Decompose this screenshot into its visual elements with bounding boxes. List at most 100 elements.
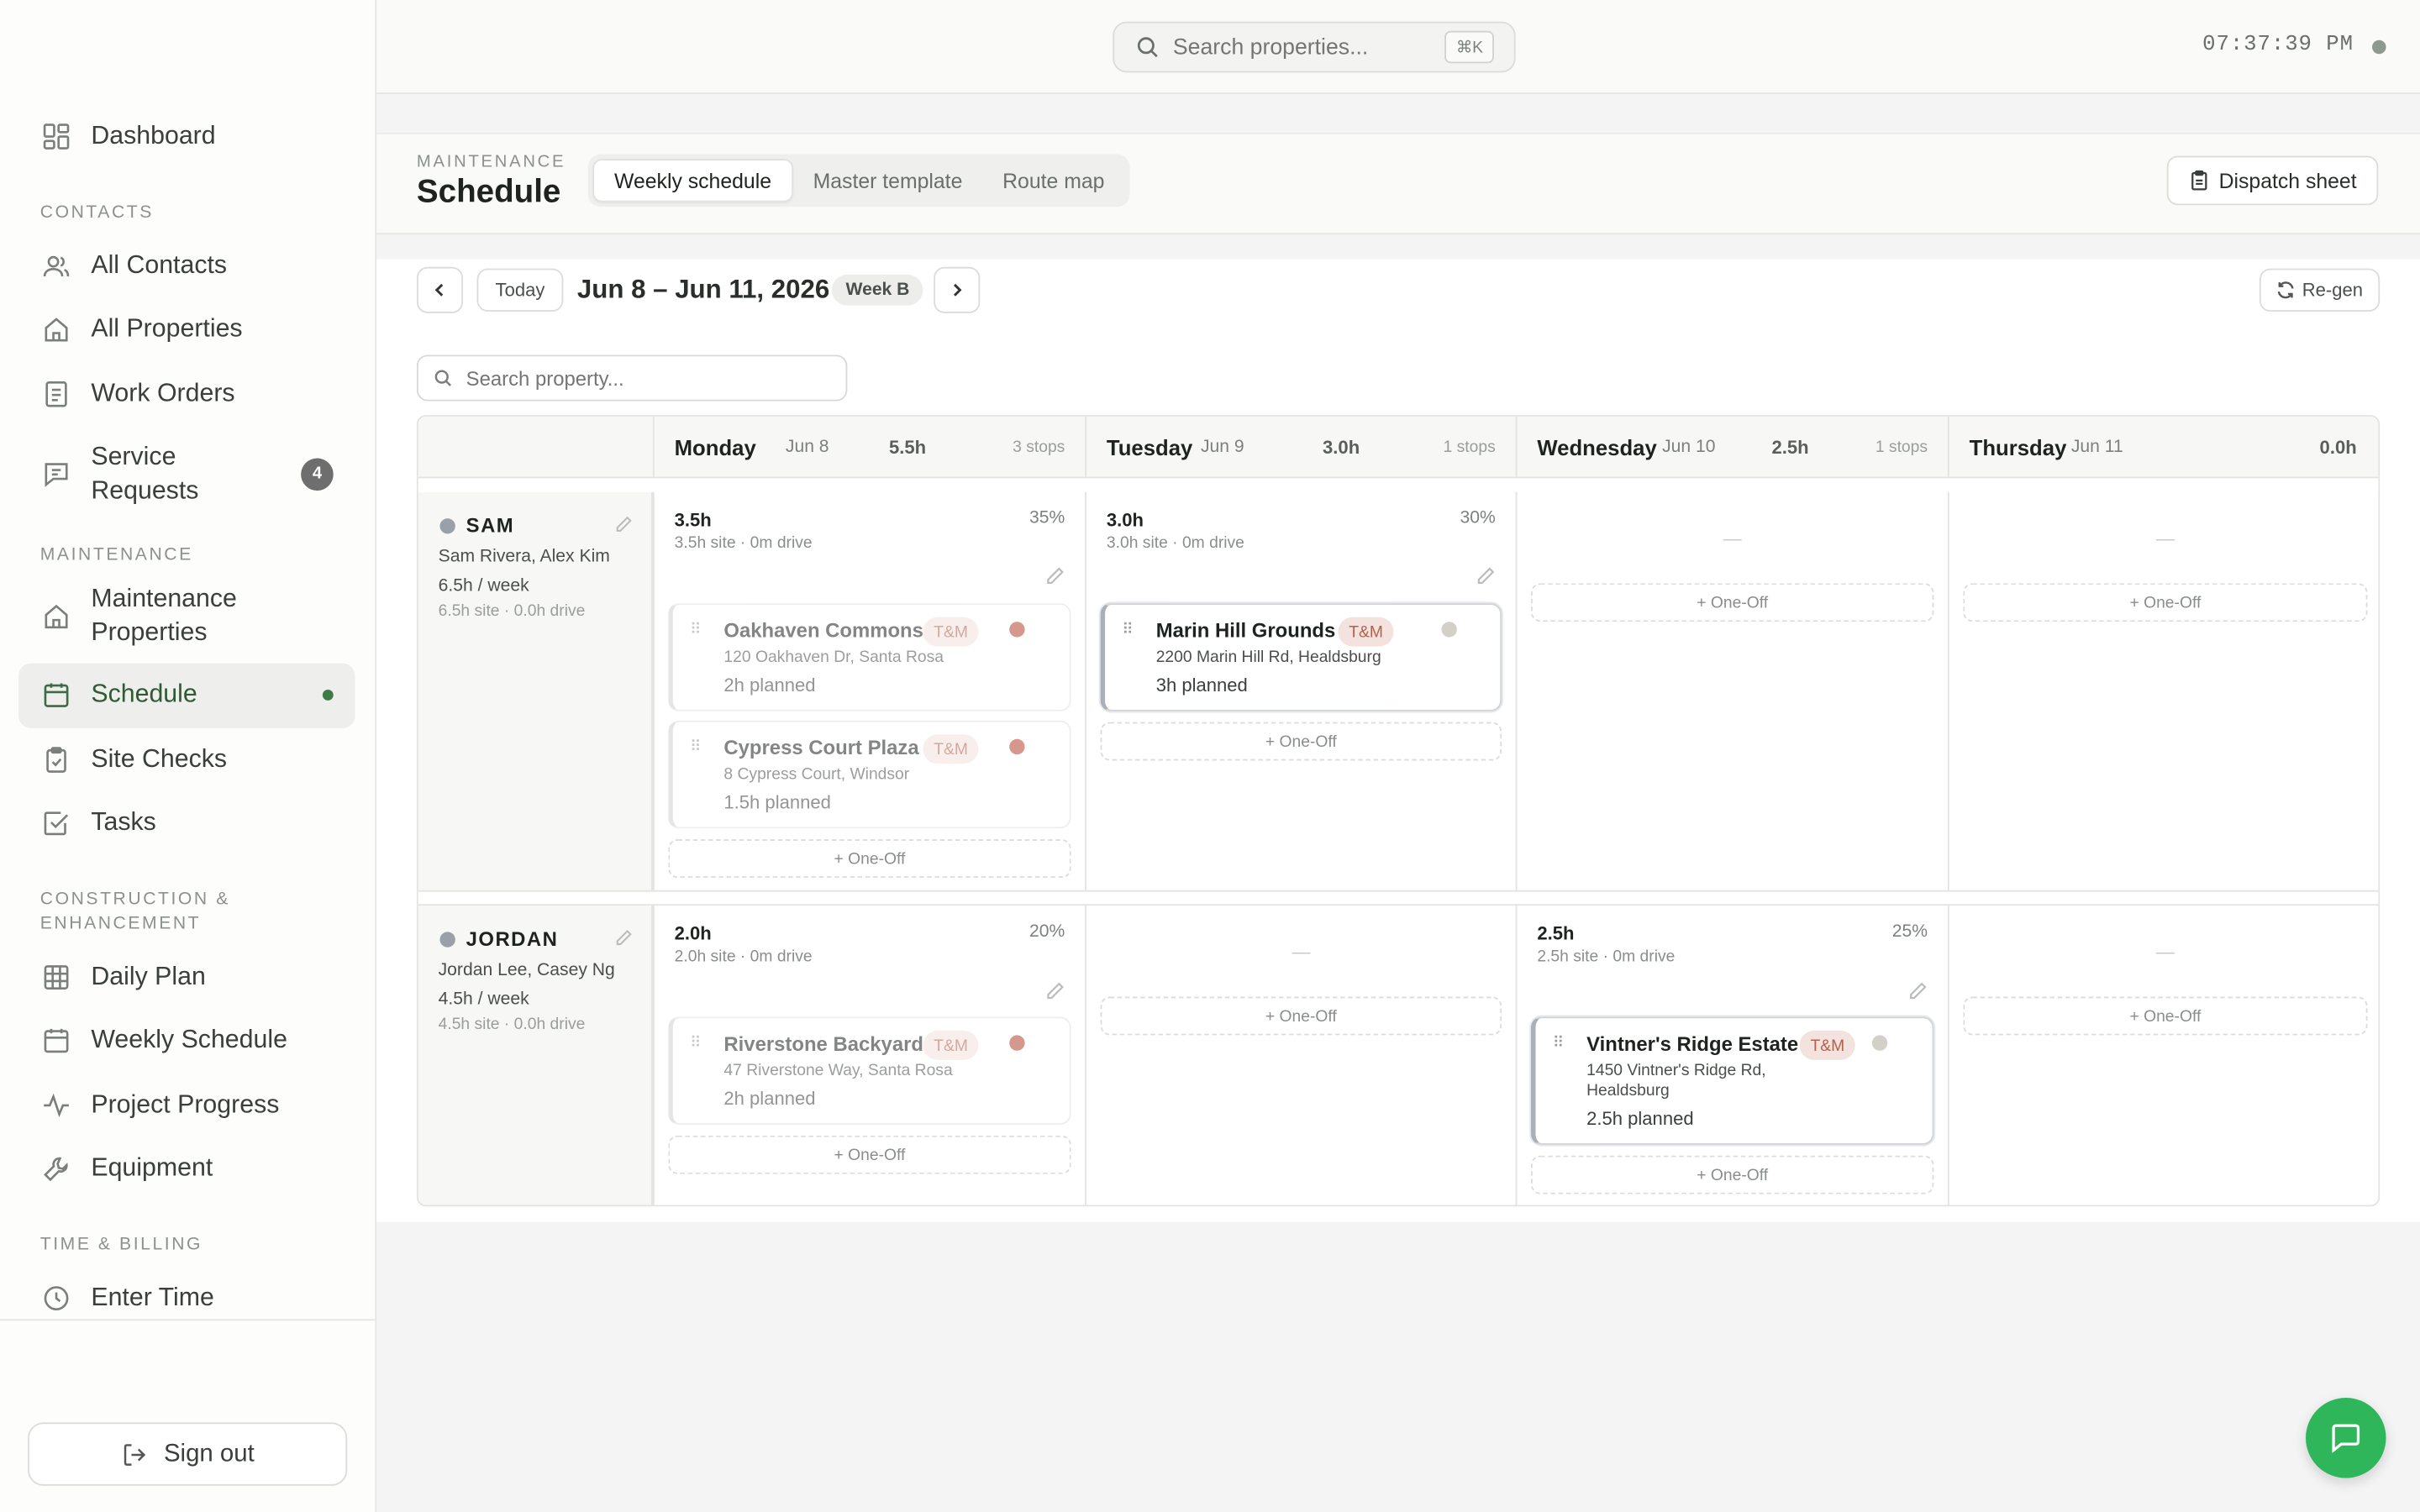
job-card-cypress[interactable]: ⠿ Cypress Court Plaza T&M 8 Cypress Cour… (668, 720, 1071, 829)
sidebar-item-service-requests[interactable]: Service Requests 4 (18, 435, 355, 512)
job-card-vintners-ridge[interactable]: ⠿ Vintner's Ridge Estate T&M 1450 Vintne… (1531, 1016, 1934, 1145)
sidebar-item-schedule[interactable]: Schedule (18, 663, 355, 728)
clipboard-icon (40, 744, 71, 775)
next-week-button[interactable] (934, 266, 981, 313)
sidebar-item-enter-time[interactable]: Enter Time (18, 1266, 355, 1320)
job-address: 8 Cypress Court, Windsor (723, 765, 910, 785)
sidebar-item-label: Tasks (91, 808, 156, 837)
property-search-input[interactable] (466, 366, 806, 390)
sidebar-item-work-orders[interactable]: Work Orders (18, 362, 355, 426)
drag-handle-icon[interactable]: ⠿ (1122, 622, 1134, 645)
home-icon (40, 314, 71, 345)
cell-hours: 3.5h (674, 509, 712, 531)
tech-week-hours: 6.5h / week (438, 576, 529, 596)
edit-pencil-icon[interactable] (1044, 566, 1065, 586)
day-header-tuesday: Tuesday Jun 9 3.0h 1 stops (1085, 416, 1515, 479)
tech-crew: Jordan Lee, Casey Ng (438, 961, 615, 980)
cell-jordan-monday: 2.0h 20% 2.0h site · 0m drive ⠿ Riversto… (652, 906, 1085, 1205)
edit-pencil-icon[interactable] (1476, 566, 1496, 586)
dashboard-icon (40, 122, 71, 153)
billing-tag: T&M (1799, 1030, 1856, 1060)
add-one-off-button[interactable]: + One-Off (1963, 583, 2368, 622)
regen-button[interactable]: Re-gen (2259, 268, 2381, 312)
tab-weekly-schedule[interactable]: Weekly schedule (592, 159, 793, 202)
prev-week-button[interactable] (416, 266, 464, 313)
dispatch-sheet-button[interactable]: Dispatch sheet (2166, 155, 2379, 206)
chat-button[interactable] (2306, 1398, 2386, 1478)
sign-out-button[interactable]: Sign out (28, 1422, 348, 1486)
tab-master-template[interactable]: Master template (793, 159, 983, 202)
dispatch-label: Dispatch sheet (2218, 169, 2357, 192)
job-planned: 2h planned (723, 674, 816, 696)
add-one-off-button[interactable]: + One-Off (1100, 722, 1502, 761)
day-header-monday: Monday Jun 8 5.5h 3 stops (652, 416, 1085, 479)
job-card-oakhaven[interactable]: ⠿ Oakhaven Commons T&M 120 Oakhaven Dr, … (668, 603, 1071, 711)
sidebar-item-label: Project Progress (91, 1090, 280, 1119)
cell-jordan-tuesday: — + One-Off (1085, 906, 1515, 1205)
sidebar-item-maintenance-properties[interactable]: Maintenance Properties (18, 577, 355, 654)
row-gap (418, 478, 2379, 492)
section-title-time-billing: TIME & BILLING (39, 1235, 203, 1254)
regen-label: Re-gen (2302, 279, 2363, 302)
sidebar-item-project-progress[interactable]: Project Progress (18, 1073, 355, 1137)
job-planned: 2h planned (723, 1087, 816, 1110)
add-one-off-button[interactable]: + One-Off (1531, 1155, 1934, 1194)
job-card-marin-hill[interactable]: ⠿ Marin Hill Grounds T&M 2200 Marin Hill… (1100, 603, 1502, 711)
sidebar-item-equipment[interactable]: Equipment (18, 1137, 355, 1201)
tech-row-label-sam: SAM Sam Rivera, Alex Kim 6.5h / week 6.5… (418, 491, 653, 890)
status-dot (1871, 1035, 1888, 1051)
sidebar-item-label: Dashboard (91, 122, 216, 150)
edit-pencil-icon[interactable] (1044, 981, 1065, 1001)
today-button[interactable]: Today (476, 268, 564, 312)
sidebar-item-label: Daily Plan (91, 962, 206, 990)
cell-utilization: 20% (1029, 922, 1065, 942)
add-one-off-button[interactable]: + One-Off (1100, 996, 1502, 1036)
day-date: Jun 10 (1662, 438, 1716, 457)
tab-route-map[interactable]: Route map (982, 159, 1124, 202)
tech-status-dot (439, 518, 455, 534)
shortcut-hint: ⌘K (1445, 30, 1494, 64)
add-one-off-button[interactable]: + One-Off (1531, 583, 1934, 622)
sidebar-footer: Sign out (0, 1319, 376, 1512)
empty-indicator: — (1723, 528, 1742, 549)
search-input[interactable] (1172, 34, 1436, 60)
add-one-off-button[interactable]: + One-Off (1963, 996, 2368, 1036)
sidebar-item-label: Enter Time (91, 1283, 214, 1311)
add-one-off-button[interactable]: + One-Off (668, 839, 1071, 879)
grid-icon (40, 962, 71, 993)
drag-handle-icon[interactable]: ⠿ (1553, 1036, 1565, 1058)
job-card-riverstone[interactable]: ⠿ Riverstone Backyard T&M 47 Riverstone … (668, 1016, 1071, 1125)
sidebar-item-label: Equipment (91, 1154, 213, 1183)
sidebar-item-label: All Contacts (91, 250, 228, 279)
sidebar-item-daily-plan[interactable]: Daily Plan (18, 945, 355, 1009)
day-date: Jun 11 (2070, 438, 2123, 457)
clock-icon (40, 1283, 71, 1314)
global-search[interactable]: ⌘K (1113, 21, 1516, 73)
sidebar-item-tasks[interactable]: Tasks (18, 791, 355, 855)
sidebar-item-weekly-schedule[interactable]: Weekly Schedule (18, 1009, 355, 1073)
edit-pencil-icon[interactable] (614, 929, 633, 948)
sidebar-item-label: Weekly Schedule (91, 1026, 287, 1054)
edit-pencil-icon[interactable] (614, 515, 633, 533)
job-address: 47 Riverstone Way, Santa Rosa (723, 1061, 953, 1080)
property-search[interactable] (416, 354, 848, 402)
edit-pencil-icon[interactable] (1907, 981, 1928, 1001)
status-dot (1009, 622, 1025, 638)
cell-jordan-thursday: — + One-Off (1947, 906, 2378, 1205)
tech-name: SAM (466, 513, 515, 538)
add-one-off-button[interactable]: + One-Off (668, 1135, 1071, 1174)
drag-handle-icon[interactable]: ⠿ (690, 622, 702, 645)
sidebar-item-all-contacts[interactable]: All Contacts (18, 234, 355, 297)
sidebar-item-all-properties[interactable]: All Properties (18, 297, 355, 361)
view-tabs: Weekly schedule Master template Route ma… (587, 154, 1129, 207)
status-dot (2372, 39, 2386, 55)
billing-tag: T&M (1338, 617, 1394, 647)
sidebar-item-dashboard[interactable]: Dashboard (18, 105, 355, 169)
job-name: Marin Hill Grounds (1155, 618, 1336, 643)
drag-handle-icon[interactable]: ⠿ (690, 740, 702, 762)
chevron-right-icon (950, 282, 965, 297)
drag-handle-icon[interactable]: ⠿ (690, 1036, 702, 1058)
day-date: Jun 8 (785, 438, 829, 457)
job-address: 2200 Marin Hill Rd, Healdsburg (1155, 648, 1381, 667)
sidebar-item-site-checks[interactable]: Site Checks (18, 727, 355, 791)
